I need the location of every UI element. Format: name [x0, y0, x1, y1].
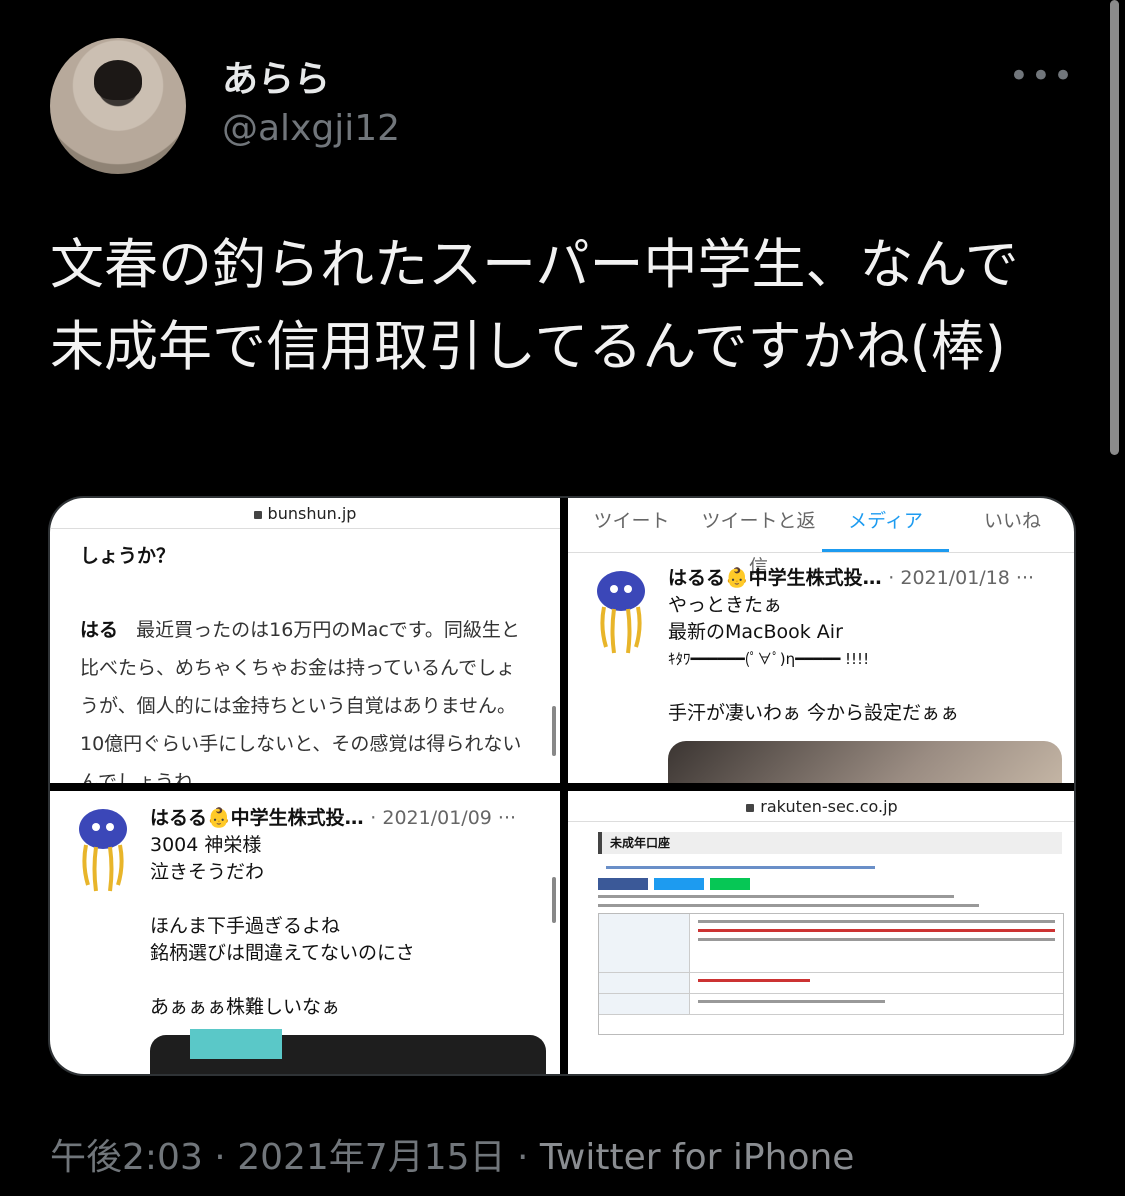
- post2-line: 銘柄選びは間違えてないのにさ: [150, 942, 415, 964]
- post2-line: あぁぁぁ株難しいなぁ: [150, 996, 341, 1018]
- rakuten-title: 未成年口座: [598, 832, 1062, 854]
- jellyfish-avatar-icon: [79, 809, 127, 892]
- lock-icon: [746, 803, 755, 812]
- media-grid[interactable]: bunshun.jp しょうか？ はる 最近買ったのは16万円のMacです。同級…: [48, 496, 1076, 1076]
- tab-tweets: ツイート: [593, 510, 670, 532]
- more-options-icon[interactable]: •••: [1009, 56, 1075, 96]
- rakuten-table: [598, 913, 1064, 1035]
- media-profile-screenshot[interactable]: ツイート ツイートと返信 メディア いいね はるる👶中学生株式投… · 2021…: [568, 498, 1074, 783]
- separator: ·: [505, 1137, 540, 1178]
- post2-line: 泣きそうだわ: [150, 861, 265, 883]
- post-line: 手汗が凄いわぁ 今から設定だぁぁ: [668, 702, 960, 724]
- tweet-time[interactable]: 午後2:03: [50, 1137, 203, 1178]
- author-handle[interactable]: @alxgji12: [222, 108, 400, 149]
- rakuten-text-line: [598, 904, 979, 907]
- author-avatar[interactable]: [50, 38, 186, 174]
- post-author: はるる👶中学生株式投…: [668, 567, 882, 589]
- tab-replies: ツイートと返信: [701, 510, 816, 578]
- tweet-date[interactable]: 2021年7月15日: [237, 1137, 505, 1178]
- rakuten-text-line: [598, 895, 954, 898]
- article-scroll: [552, 706, 556, 756]
- tweet-metadata: 午後2:03 · 2021年7月15日 · Twitter for iPhone: [50, 1128, 854, 1180]
- article-url: bunshun.jp: [267, 504, 357, 523]
- tweet-source[interactable]: Twitter for iPhone: [540, 1137, 855, 1178]
- media-post-screenshot[interactable]: はるる👶中学生株式投… · 2021/01/09 ··· 3004 神栄様 泣き…: [50, 791, 560, 1074]
- jellyfish-avatar-icon: [597, 571, 645, 654]
- post2-scroll: [552, 877, 556, 923]
- post-date: · 2021/01/18 ···: [888, 567, 1035, 589]
- post-line: やっときたぁ: [668, 594, 783, 616]
- lock-icon: [253, 510, 262, 519]
- post-2: はるる👶中学生株式投… · 2021/01/09 ··· 3004 神栄様 泣き…: [50, 791, 560, 1074]
- rakuten-url-bar: rakuten-sec.co.jp: [568, 791, 1074, 822]
- rakuten-links: [598, 866, 1046, 869]
- post2-line: 3004 神栄様: [150, 834, 262, 856]
- post2-line: ほんま下手過ぎるよね: [150, 915, 341, 937]
- post2-author: はるる👶中学生株式投…: [150, 807, 364, 829]
- rakuten-share-buttons: [598, 875, 1046, 890]
- media-article-screenshot[interactable]: bunshun.jp しょうか？ はる 最近買ったのは16万円のMacです。同級…: [50, 498, 560, 783]
- scrollbar[interactable]: [1110, 0, 1119, 455]
- tab-likes: いいね: [983, 510, 1041, 532]
- rakuten-url: rakuten-sec.co.jp: [760, 797, 898, 816]
- profile-tabs: ツイート ツイートと返信 メディア いいね: [568, 498, 1074, 578]
- article-url-bar: bunshun.jp: [50, 498, 560, 529]
- tweet-text: 文春の釣られたスーパー中学生、なんで未成年で信用取引してるんですかね(棒): [50, 233, 1019, 378]
- article-speaker: はる: [80, 619, 119, 641]
- post-line: 最新のMacBook Air: [668, 621, 843, 643]
- profile-post: はるる👶中学生株式投… · 2021/01/18 ··· やっときたぁ 最新のM…: [568, 553, 1074, 783]
- post-image: [668, 741, 1062, 783]
- media-rakuten-screenshot[interactable]: rakuten-sec.co.jp 未成年口座: [568, 791, 1074, 1074]
- post-line: ｷﾀﾜ━━━━━━(ﾟ∀ﾟ)η━━━━━ !!!!: [668, 650, 870, 668]
- post2-date: · 2021/01/09 ···: [370, 807, 517, 829]
- article-body: 最近買ったのは16万円のMacです。同級生と比べたら、めちゃくちゃお金は持ってい…: [80, 619, 522, 783]
- separator: ·: [202, 1137, 238, 1178]
- tab-media: メディア: [822, 498, 949, 552]
- article-lead: しょうか？: [80, 545, 176, 567]
- author-name[interactable]: あらら: [222, 50, 330, 102]
- post2-image: [150, 1029, 546, 1074]
